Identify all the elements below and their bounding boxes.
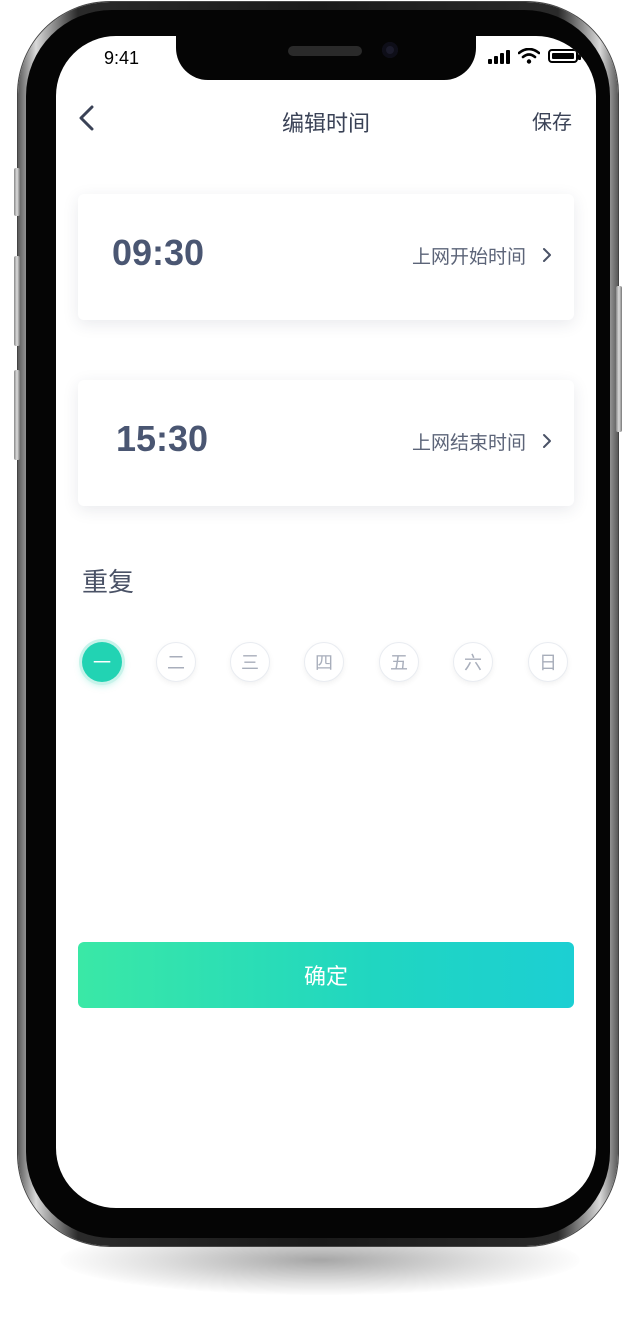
weekday-selector: 一 二 三 四 五 六 日 <box>82 642 570 686</box>
power-button <box>616 286 622 432</box>
status-icons <box>488 46 581 66</box>
day-toggle-monday[interactable]: 一 <box>82 642 122 682</box>
confirm-button[interactable]: 确定 <box>78 942 574 1008</box>
wifi-icon <box>518 48 540 64</box>
day-toggle-tuesday[interactable]: 二 <box>156 642 196 682</box>
navigation-bar: 编辑时间 保存 <box>56 96 596 140</box>
day-toggle-thursday[interactable]: 四 <box>304 642 344 682</box>
chevron-right-icon <box>543 434 551 448</box>
phone-screen: 9:41 编辑时间 保存 09:30 上网开始时间 15:30 上网结束时间 重… <box>56 36 596 1208</box>
day-toggle-saturday[interactable]: 六 <box>453 642 493 682</box>
status-time: 9:41 <box>104 48 140 68</box>
end-time-label: 上网结束时间 <box>411 432 526 454</box>
page-title: 编辑时间 <box>281 112 370 137</box>
front-camera <box>382 42 398 58</box>
volume-down-button <box>14 370 20 460</box>
end-time-card[interactable]: 15:30 上网结束时间 <box>78 380 574 506</box>
volume-up-button <box>14 256 20 346</box>
chevron-right-icon <box>543 248 551 262</box>
speaker-grille <box>288 46 362 56</box>
day-toggle-wednesday[interactable]: 三 <box>230 642 270 682</box>
start-time-value: 09:30 <box>112 232 205 273</box>
save-button[interactable]: 保存 <box>532 106 572 135</box>
battery-icon <box>548 49 581 63</box>
day-toggle-friday[interactable]: 五 <box>379 642 419 682</box>
end-time-value: 15:30 <box>116 418 209 459</box>
day-toggle-sunday[interactable]: 日 <box>528 642 568 682</box>
start-time-card[interactable]: 09:30 上网开始时间 <box>78 194 574 320</box>
signal-icon <box>488 48 510 64</box>
notch <box>176 36 476 80</box>
silent-switch <box>14 168 20 216</box>
start-time-label: 上网开始时间 <box>411 246 526 268</box>
repeat-label: 重复 <box>82 568 135 598</box>
